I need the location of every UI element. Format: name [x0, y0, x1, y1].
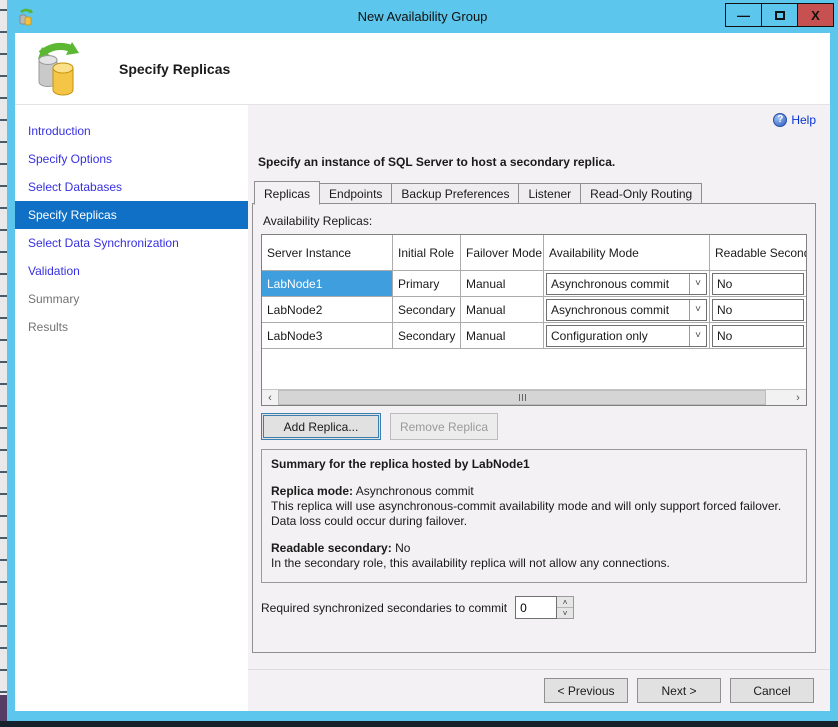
replica-row-labnode3[interactable]: LabNode3 Secondary Manual Configuration …: [262, 323, 806, 349]
initial-role-cell: Secondary: [393, 323, 461, 349]
readable-secondary-value: No: [395, 541, 410, 555]
col-initial-role: Initial Role: [393, 235, 461, 271]
horizontal-scrollbar[interactable]: ‹ ›: [262, 389, 806, 405]
availability-mode-select[interactable]: Asynchronous commit ˅: [546, 273, 707, 295]
sidebar-item-specify-replicas[interactable]: Specify Replicas: [15, 201, 248, 229]
readable-secondary-select[interactable]: No: [712, 299, 804, 321]
tab-backup-preferences[interactable]: Backup Preferences: [391, 183, 519, 204]
cancel-button[interactable]: Cancel: [730, 678, 814, 703]
replica-row-labnode1[interactable]: LabNode1 Primary Manual Asynchronous com…: [262, 271, 806, 297]
chevron-down-icon[interactable]: ˅: [689, 274, 706, 294]
availability-replicas-grid: Server Instance Initial Role Failover Mo…: [261, 234, 807, 406]
wizard-steps-sidebar: Introduction Specify Options Select Data…: [15, 105, 248, 711]
readable-secondary-select[interactable]: No: [712, 325, 804, 347]
required-secondaries-input[interactable]: [515, 596, 557, 619]
remove-replica-button: Remove Replica: [390, 413, 498, 440]
failover-mode-cell: Manual: [461, 297, 544, 323]
help-label: Help: [791, 113, 816, 127]
availability-replicas-label: Availability Replicas:: [263, 214, 807, 228]
col-failover-mode: Failover Mode: [461, 235, 544, 271]
sidebar-item-introduction[interactable]: Introduction: [15, 117, 248, 145]
help-icon: ?: [773, 113, 787, 127]
chevron-down-icon[interactable]: ˅: [689, 326, 706, 346]
titlebar[interactable]: New Availability Group — X: [7, 0, 838, 33]
sidebar-item-select-data-synchronization[interactable]: Select Data Synchronization: [15, 229, 248, 257]
summary-title: Summary for the replica hosted by LabNod…: [271, 457, 797, 472]
availability-mode-select[interactable]: Asynchronous commit ˅: [546, 299, 707, 321]
minimize-icon: —: [737, 8, 750, 23]
replicas-database-icon: [29, 40, 91, 98]
background-window-sliver: [0, 0, 7, 721]
minimize-button[interactable]: —: [725, 3, 762, 27]
tab-read-only-routing[interactable]: Read-Only Routing: [580, 183, 702, 204]
scroll-left-icon[interactable]: ‹: [262, 390, 278, 405]
readable-secondary-description: In the secondary role, this availability…: [271, 556, 797, 571]
required-secondaries-label: Required synchronized secondaries to com…: [261, 601, 507, 615]
maximize-button[interactable]: [761, 3, 798, 27]
col-readable-secondary: Readable Secondary: [710, 235, 806, 271]
add-replica-button[interactable]: Add Replica...: [261, 413, 381, 440]
spin-down-icon[interactable]: ˅: [557, 608, 573, 618]
sidebar-item-specify-options[interactable]: Specify Options: [15, 145, 248, 173]
wizard-footer: < Previous Next > Cancel: [248, 669, 830, 711]
sidebar-item-select-databases[interactable]: Select Databases: [15, 173, 248, 201]
grid-empty-area: [262, 349, 806, 389]
server-instance-cell[interactable]: LabNode2: [262, 297, 393, 323]
close-icon: X: [811, 8, 820, 23]
help-link[interactable]: ? Help: [773, 113, 816, 127]
grid-header-row: Server Instance Initial Role Failover Mo…: [262, 235, 806, 271]
initial-role-cell: Primary: [393, 271, 461, 297]
col-availability-mode: Availability Mode: [544, 235, 710, 271]
readable-secondary-select[interactable]: No: [712, 273, 804, 295]
window-title: New Availability Group: [7, 9, 838, 24]
replica-summary-panel: Summary for the replica hosted by LabNod…: [261, 449, 807, 583]
maximize-icon: [775, 11, 785, 20]
close-button[interactable]: X: [797, 3, 834, 27]
col-server-instance: Server Instance: [262, 235, 393, 271]
new-availability-group-window: New Availability Group — X Specify Repli: [7, 0, 838, 721]
desktop: New Availability Group — X Specify Repli: [0, 0, 838, 727]
replica-row-labnode2[interactable]: LabNode2 Secondary Manual Asynchronous c…: [262, 297, 806, 323]
tab-strip: Replicas Endpoints Backup Preferences Li…: [254, 181, 816, 204]
spin-up-icon[interactable]: ˄: [557, 597, 573, 608]
availability-mode-select[interactable]: Configuration only ˅: [546, 325, 707, 347]
tab-replicas[interactable]: Replicas: [254, 181, 320, 205]
tab-endpoints[interactable]: Endpoints: [319, 183, 392, 204]
scroll-right-icon[interactable]: ›: [790, 390, 806, 405]
server-instance-cell[interactable]: LabNode1: [262, 271, 393, 297]
instruction-text: Specify an instance of SQL Server to hos…: [258, 155, 816, 169]
failover-mode-cell: Manual: [461, 323, 544, 349]
required-secondaries-stepper[interactable]: ˄ ˅: [515, 596, 574, 619]
server-instance-cell[interactable]: LabNode3: [262, 323, 393, 349]
page-title: Specify Replicas: [119, 61, 230, 77]
initial-role-cell: Secondary: [393, 297, 461, 323]
wizard-header: Specify Replicas: [15, 33, 830, 105]
sidebar-item-summary: Summary: [15, 285, 248, 313]
previous-button[interactable]: < Previous: [544, 678, 628, 703]
failover-mode-cell: Manual: [461, 271, 544, 297]
sidebar-item-results: Results: [15, 313, 248, 341]
replicas-tab-page: Availability Replicas: Server Instance I…: [252, 203, 816, 653]
sidebar-item-validation[interactable]: Validation: [15, 257, 248, 285]
replica-mode-description: This replica will use asynchronous-commi…: [271, 499, 797, 529]
tab-listener[interactable]: Listener: [518, 183, 581, 204]
next-button[interactable]: Next >: [637, 678, 721, 703]
scrollbar-thumb[interactable]: [278, 390, 766, 405]
chevron-down-icon[interactable]: ˅: [689, 300, 706, 320]
replica-mode-value: Asynchronous commit: [356, 484, 474, 498]
readable-secondary-label: Readable secondary:: [271, 541, 392, 555]
replica-mode-label: Replica mode:: [271, 484, 353, 498]
